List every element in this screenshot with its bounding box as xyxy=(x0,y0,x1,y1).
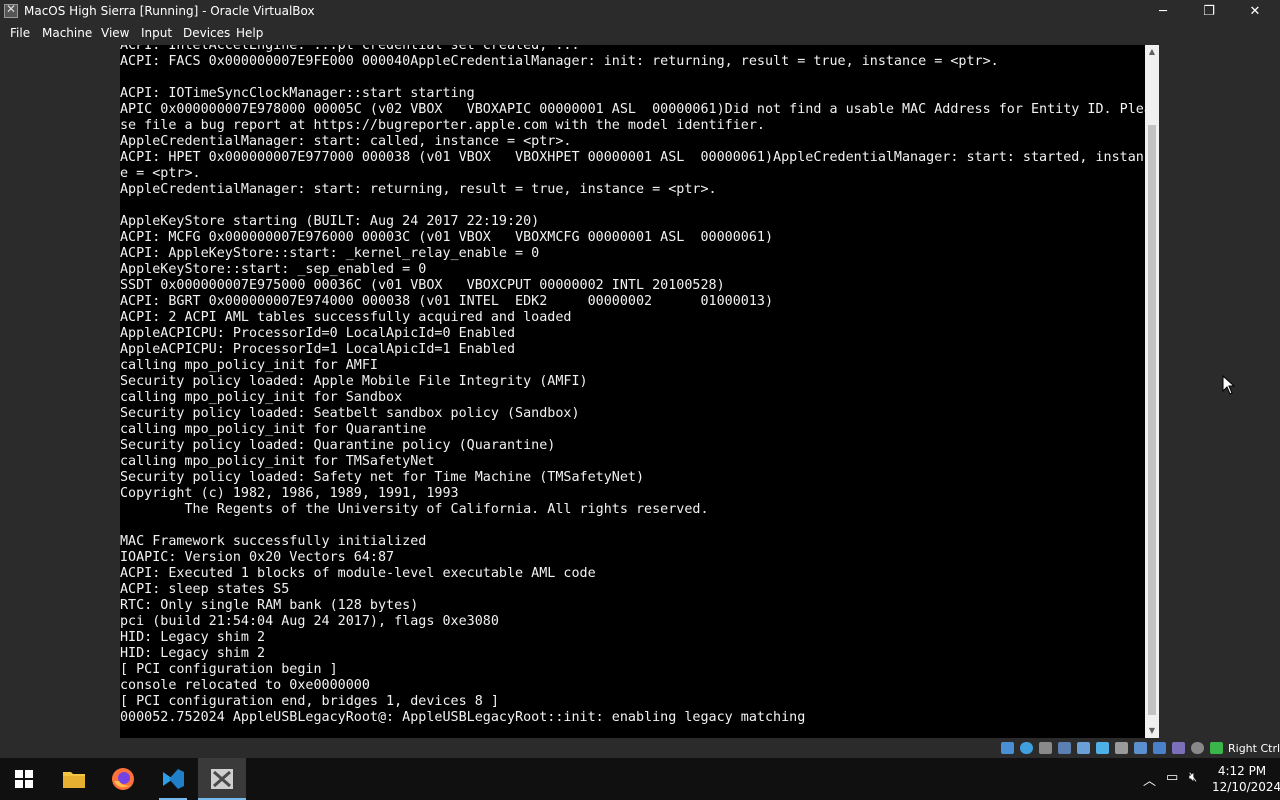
console-line: APIC 0x000000007E978000 00005C (v02 VBOX… xyxy=(120,102,1145,117)
console-line: Security policy loaded: Safety net for T… xyxy=(120,470,645,485)
vscode-icon xyxy=(163,769,184,789)
file-explorer-button[interactable] xyxy=(50,758,98,800)
console-line: AppleACPICPU: ProcessorId=1 LocalApicId=… xyxy=(120,342,516,357)
windows-logo-icon xyxy=(15,770,33,788)
console-line: ACPI: Executed 1 blocks of module-level … xyxy=(120,566,596,581)
audio-icon[interactable] xyxy=(1058,742,1071,754)
console-line: [ PCI configuration end, bridges 1, devi… xyxy=(120,694,499,709)
scroll-thumb[interactable] xyxy=(1148,125,1156,715)
console-line: [ PCI configuration begin ] xyxy=(120,662,338,677)
console-line: ACPI: IOTimeSyncClockManager::start star… xyxy=(120,86,475,101)
usb-icon[interactable] xyxy=(1096,742,1109,754)
console-line: console relocated to 0xe0000000 xyxy=(120,678,370,693)
floppy-icon[interactable] xyxy=(1039,742,1052,754)
console-line: se file a bug report at https://bugrepor… xyxy=(120,118,765,133)
scroll-down-arrow-icon[interactable]: ▼ xyxy=(1145,724,1159,738)
console-line: AppleKeyStore starting (BUILT: Aug 24 20… xyxy=(120,214,540,229)
system-clock[interactable]: 4:12 PM 12/10/2024 xyxy=(1212,763,1280,795)
console-line: Security policy loaded: Quarantine polic… xyxy=(120,438,556,453)
console-line: AppleCredentialManager: start: returning… xyxy=(120,182,717,197)
mouse-pointer-icon xyxy=(1222,375,1236,395)
folder-icon xyxy=(63,772,85,788)
show-hidden-icons-chevron-icon[interactable]: ︿ xyxy=(1143,770,1156,789)
menu-file[interactable]: File xyxy=(10,26,30,40)
title-bar: MacOS High Sierra [Running] - Oracle Vir… xyxy=(0,0,1280,23)
optical-disk-icon[interactable] xyxy=(1020,742,1033,754)
vm-console-screen[interactable]: ACPI: IntelAccelEngine: ...pt credential… xyxy=(120,45,1145,738)
keyboard-icon[interactable] xyxy=(1210,742,1223,754)
console-line: MAC Framework successfully initialized xyxy=(120,534,427,549)
console-output: ACPI: IntelAccelEngine: ...pt credential… xyxy=(120,45,1145,726)
minimize-button[interactable]: ─ xyxy=(1140,0,1186,23)
close-button[interactable]: ✕ xyxy=(1232,0,1278,23)
hard-disk-icon[interactable] xyxy=(1001,742,1014,754)
start-button[interactable] xyxy=(0,758,48,800)
vm-status-bar: Right Ctrl xyxy=(0,738,1280,758)
console-line: ACPI: IntelAccelEngine: ...pt credential… xyxy=(120,45,580,53)
console-line: ACPI: AppleKeyStore::start: _kernel_rela… xyxy=(120,246,540,261)
console-line: e = <ptr>. xyxy=(120,166,201,181)
virtualbox-button[interactable] xyxy=(198,758,246,800)
console-line: RTC: Only single RAM bank (128 bytes) xyxy=(120,598,419,613)
console-line: IOAPIC: Version 0x20 Vectors 64:87 xyxy=(120,550,395,565)
console-line: AppleCredentialManager: start: called, i… xyxy=(120,134,572,149)
host-key-label: Right Ctrl xyxy=(1228,742,1280,755)
cpu-icon[interactable] xyxy=(1172,742,1185,754)
menu-devices[interactable]: Devices xyxy=(183,26,230,40)
console-line: calling mpo_policy_init for TMSafetyNet xyxy=(120,454,435,469)
console-line: AppleKeyStore::start: _sep_enabled = 0 xyxy=(120,262,427,277)
virtualbox-app-icon xyxy=(4,2,18,18)
console-line: ACPI: 2 ACPI AML tables successfully acq… xyxy=(120,310,572,325)
menu-help[interactable]: Help xyxy=(236,26,263,40)
mouse-integration-icon[interactable] xyxy=(1191,742,1204,754)
vertical-scrollbar[interactable]: ▲ ▼ xyxy=(1145,45,1159,738)
network-tray-icon[interactable]: ▭ xyxy=(1166,770,1178,785)
console-line: ACPI: FACS 0x000000007E9FE000 000040Appl… xyxy=(120,54,999,69)
volume-muted-icon[interactable]: 🔇︎ xyxy=(1189,770,1197,785)
console-line: HID: Legacy shim 2 xyxy=(120,630,266,645)
console-line: ACPI: sleep states S5 xyxy=(120,582,290,597)
menu-view[interactable]: View xyxy=(101,26,129,40)
visual-studio-button[interactable] xyxy=(149,758,197,800)
firefox-icon xyxy=(112,768,134,790)
clock-time: 4:12 PM xyxy=(1217,764,1267,778)
window-title: MacOS High Sierra [Running] - Oracle Vir… xyxy=(24,4,315,18)
menu-machine[interactable]: Machine xyxy=(42,26,92,40)
maximize-button[interactable]: ❐ xyxy=(1186,0,1232,23)
console-line: ACPI: BGRT 0x000000007E974000 000038 (v0… xyxy=(120,294,774,309)
console-line: Security policy loaded: Apple Mobile Fil… xyxy=(120,374,588,389)
scroll-up-arrow-icon[interactable]: ▲ xyxy=(1145,45,1159,59)
console-line: Copyright (c) 1982, 1986, 1989, 1991, 19… xyxy=(120,486,459,501)
taskbar: ︿ ▭ 🔇︎ 4:12 PM 12/10/2024 xyxy=(0,758,1280,800)
firefox-button[interactable] xyxy=(99,758,147,800)
virtualbox-icon xyxy=(211,769,233,789)
console-line: ACPI: MCFG 0x000000007E976000 00003C (v0… xyxy=(120,230,774,245)
console-line: HID: Legacy shim 2 xyxy=(120,646,266,661)
shared-folder-icon[interactable] xyxy=(1115,742,1128,754)
console-line: Security policy loaded: Seatbelt sandbox… xyxy=(120,406,580,421)
console-line: ACPI: HPET 0x000000007E977000 000038 (v0… xyxy=(120,150,1145,165)
clock-date: 12/10/2024 xyxy=(1212,780,1280,794)
display-icon[interactable] xyxy=(1134,742,1147,754)
console-line: calling mpo_policy_init for Sandbox xyxy=(120,390,403,405)
network-icon[interactable] xyxy=(1077,742,1090,754)
console-line: 000052.752024 AppleUSBLegacyRoot@: Apple… xyxy=(120,710,806,725)
console-line: The Regents of the University of Califor… xyxy=(120,502,709,517)
recording-icon[interactable] xyxy=(1153,742,1166,754)
console-line: SSDT 0x000000007E975000 00036C (v01 VBOX… xyxy=(120,278,725,293)
console-line: AppleACPICPU: ProcessorId=0 LocalApicId=… xyxy=(120,326,516,341)
console-line: calling mpo_policy_init for Quarantine xyxy=(120,422,427,437)
console-line: calling mpo_policy_init for AMFI xyxy=(120,358,378,373)
menu-input[interactable]: Input xyxy=(141,26,172,40)
menu-bar: File Machine View Input Devices Help xyxy=(0,23,1280,45)
console-line: pci (build 21:54:04 Aug 24 2017), flags … xyxy=(120,614,499,629)
